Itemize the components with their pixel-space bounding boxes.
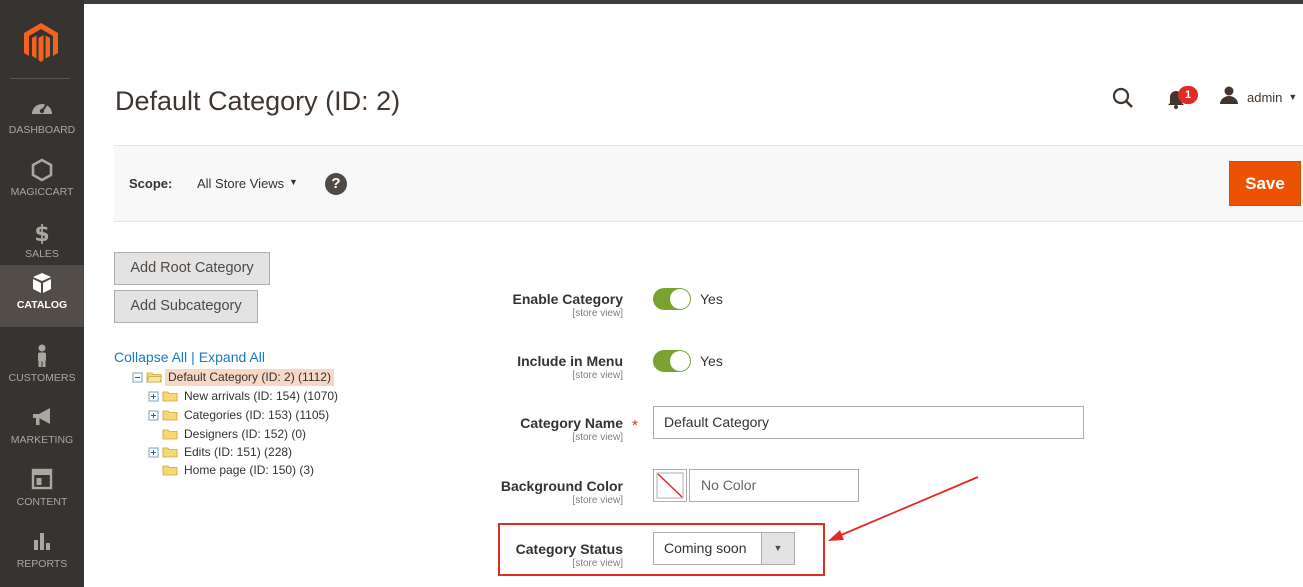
admin-sidebar: DASHBOARD MAGICCART $ SALES CATALOG CUST…: [0, 0, 84, 587]
tree-node-label[interactable]: New arrivals (ID: 154) (1070): [181, 388, 341, 405]
person-icon: [0, 344, 84, 370]
nav-label: CUSTOMERS: [8, 372, 76, 384]
select-value: Coming soon: [664, 540, 747, 556]
svg-text:$: $: [34, 222, 49, 244]
tree-node-label[interactable]: Home page (ID: 150) (3): [181, 462, 317, 479]
nav-label: CONTENT: [16, 496, 68, 508]
folder-icon: [162, 409, 178, 421]
tree-expand-links: Collapse All | Expand All: [114, 349, 265, 365]
tree-node-label[interactable]: Designers (ID: 152) (0): [181, 426, 309, 443]
add-subcategory-button[interactable]: Add Subcategory: [114, 290, 258, 323]
scope-hint: [store view]: [572, 432, 623, 443]
tree-node-label[interactable]: Default Category (ID: 2) (1112): [165, 368, 334, 386]
hexagon-icon: [0, 158, 84, 184]
enable-category-value: Yes: [700, 291, 723, 307]
user-menu[interactable]: admin ▼: [1219, 86, 1297, 108]
notification-count-badge[interactable]: 1: [1178, 86, 1198, 104]
nav-dashboard[interactable]: DASHBOARD: [0, 90, 84, 152]
scope-hint: [store view]: [572, 370, 623, 381]
magento-logo-icon[interactable]: [22, 22, 60, 64]
box-icon: [0, 271, 84, 297]
plus-toggle-icon[interactable]: [148, 446, 160, 458]
top-border: [0, 0, 1303, 4]
scope-hint: [store view]: [572, 495, 623, 506]
nav-customers[interactable]: CUSTOMERS: [0, 338, 84, 400]
expand-all-link[interactable]: Expand All: [199, 349, 265, 365]
category-name-input[interactable]: Default Category: [653, 406, 1084, 439]
nav-content[interactable]: CONTENT: [0, 462, 84, 524]
tree-node[interactable]: Home page (ID: 150) (3): [148, 461, 317, 479]
nav-label: DASHBOARD: [8, 124, 76, 136]
nav-label: REPORTS: [16, 558, 68, 570]
tree-node[interactable]: Categories (ID: 153) (1105): [148, 406, 332, 424]
user-name: admin: [1247, 89, 1283, 105]
help-icon[interactable]: ?: [325, 173, 347, 195]
gauge-icon: [0, 96, 84, 122]
search-icon[interactable]: [1111, 86, 1135, 110]
tree-node[interactable]: New arrivals (ID: 154) (1070): [148, 387, 341, 405]
plus-toggle-icon[interactable]: [148, 390, 160, 402]
layout-icon: [0, 468, 84, 494]
tree-node-label[interactable]: Edits (ID: 151) (228): [181, 444, 295, 461]
scope-hint: [store view]: [572, 558, 623, 569]
nav-catalog[interactable]: CATALOG: [0, 265, 84, 327]
chevron-down-icon[interactable]: ▼: [761, 533, 794, 564]
scope-toolbar: Scope: All Store Views ▼ ?: [114, 145, 1303, 222]
page-title: Default Category (ID: 2): [115, 86, 401, 116]
include-in-menu-value: Yes: [700, 353, 723, 369]
enable-category-toggle[interactable]: [653, 288, 691, 310]
scope-switcher[interactable]: All Store Views: [197, 176, 284, 191]
nav-reports[interactable]: REPORTS: [0, 524, 84, 586]
folder-icon: [162, 428, 178, 440]
toggle-knob: [670, 289, 690, 309]
dollar-icon: $: [0, 220, 84, 246]
save-button[interactable]: Save: [1229, 161, 1301, 206]
required-asterisk: *: [632, 417, 638, 434]
tree-node-label[interactable]: Categories (ID: 153) (1105): [181, 407, 332, 424]
user-icon: [1219, 85, 1239, 110]
folder-icon: [162, 446, 178, 458]
folder-icon: [162, 464, 178, 476]
toggle-knob: [670, 351, 690, 371]
chevron-down-icon[interactable]: ▼: [289, 177, 298, 187]
tree-node[interactable]: Default Category (ID: 2) (1112): [132, 368, 334, 386]
nav-label: MAGICCART: [10, 186, 74, 198]
scope-hint: [store view]: [572, 308, 623, 319]
nav-magiccart[interactable]: MAGICCART: [0, 152, 84, 214]
category-status-select[interactable]: Coming soon ▼: [653, 532, 795, 565]
link-separator: |: [191, 349, 195, 365]
enable-category-label: Enable Category: [512, 291, 623, 307]
include-in-menu-toggle[interactable]: [653, 350, 691, 372]
folder-icon: [162, 390, 178, 402]
nav-label: CATALOG: [16, 299, 68, 311]
folder-open-icon: [146, 371, 163, 383]
megaphone-icon: [0, 406, 84, 432]
tree-node[interactable]: Designers (ID: 152) (0): [148, 425, 309, 443]
category-status-label: Category Status: [515, 541, 623, 557]
nav-label: MARKETING: [10, 434, 74, 446]
background-color-label: Background Color: [500, 478, 623, 494]
chevron-down-icon: ▼: [1288, 92, 1298, 102]
scope-label: Scope:: [129, 176, 173, 191]
bar-chart-icon: [0, 530, 84, 556]
color-swatch-none-icon[interactable]: [653, 469, 687, 502]
category-name-label: Category Name: [520, 415, 623, 431]
tree-node[interactable]: Edits (ID: 151) (228): [148, 443, 295, 461]
include-in-menu-label: Include in Menu: [517, 353, 623, 369]
minus-toggle-icon[interactable]: [132, 371, 144, 383]
plus-toggle-icon[interactable]: [148, 409, 160, 421]
add-root-category-button[interactable]: Add Root Category: [114, 252, 270, 285]
nav-marketing[interactable]: MARKETING: [0, 400, 84, 462]
collapse-all-link[interactable]: Collapse All: [114, 349, 187, 365]
logo-divider: [10, 78, 70, 79]
annotation-arrow-icon: [828, 476, 979, 541]
nav-label: SALES: [25, 248, 59, 260]
